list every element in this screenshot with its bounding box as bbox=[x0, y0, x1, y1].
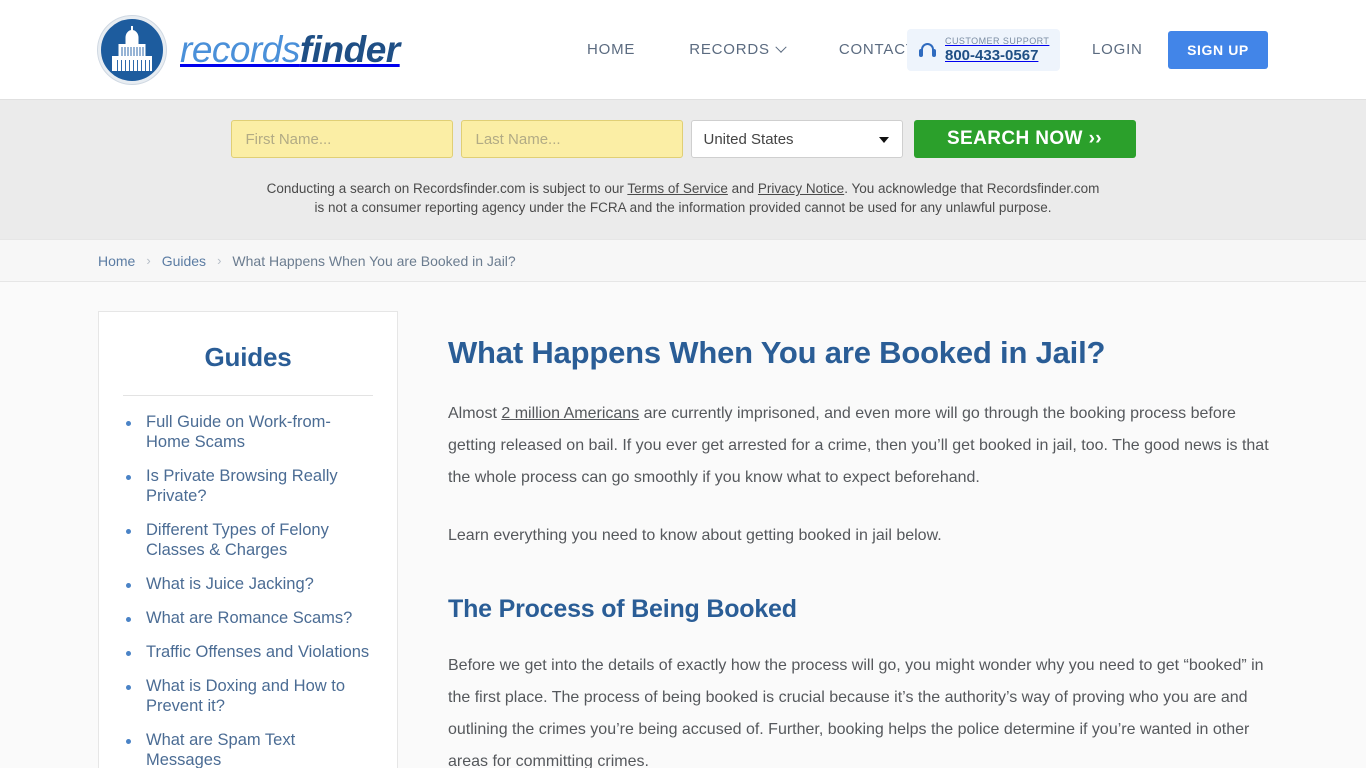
customer-support-block[interactable]: CUSTOMER SUPPORT 800-433-0567 bbox=[907, 29, 1060, 71]
nav-item-contact-label: CONTACT bbox=[838, 41, 916, 58]
list-item: Full Guide on Work-from-Home Scams bbox=[123, 412, 373, 452]
breadcrumb-item-current: What Happens When You are Booked in Jail… bbox=[232, 252, 516, 269]
chevron-down-icon bbox=[775, 41, 787, 53]
site-logo[interactable]: recordsfinder bbox=[98, 16, 400, 84]
sidebar-list: Full Guide on Work-from-Home Scams Is Pr… bbox=[123, 412, 373, 768]
sidebar-item-work-from-home-scams[interactable]: Full Guide on Work-from-Home Scams bbox=[146, 413, 331, 451]
list-item: What is Doxing and How to Prevent it? bbox=[123, 676, 373, 716]
sidebar-item-juice-jacking[interactable]: What is Juice Jacking? bbox=[146, 575, 314, 593]
login-link[interactable]: LOGIN bbox=[1092, 41, 1143, 58]
signup-button[interactable]: SIGN UP bbox=[1168, 31, 1268, 69]
disclaimer-mid: and bbox=[727, 181, 758, 196]
nav-item-records[interactable]: RECORDS bbox=[662, 41, 812, 58]
logo-wordmark: recordsfinder bbox=[180, 29, 400, 71]
headset-icon bbox=[919, 42, 936, 58]
list-item: What are Romance Scams? bbox=[123, 608, 373, 628]
sidebar-item-spam-text-messages[interactable]: What are Spam Text Messages bbox=[146, 731, 295, 768]
disclaimer-pre: Conducting a search on Recordsfinder.com… bbox=[266, 181, 628, 196]
sidebar-item-private-browsing[interactable]: Is Private Browsing Really Private? bbox=[146, 467, 338, 505]
logo-text-records: records bbox=[180, 29, 300, 70]
article-paragraph-3: Before we get into the details of exactl… bbox=[448, 657, 1264, 768]
paragraph-1-pre: Almost bbox=[448, 405, 502, 422]
sidebar-divider bbox=[123, 395, 373, 396]
nav-item-home[interactable]: HOME bbox=[560, 41, 662, 58]
main-navigation: HOME RECORDS CONTACT bbox=[560, 0, 943, 99]
country-select[interactable]: United States bbox=[690, 120, 903, 158]
search-disclaimer: Conducting a search on Recordsfinder.com… bbox=[263, 179, 1103, 217]
first-name-input[interactable] bbox=[230, 120, 453, 158]
article-paragraph-2: Learn everything you need to know about … bbox=[448, 527, 942, 544]
guides-sidebar: Guides Full Guide on Work-from-Home Scam… bbox=[98, 311, 398, 768]
capitol-dome-icon bbox=[98, 16, 166, 84]
logo-text-finder: finder bbox=[299, 29, 400, 70]
sidebar-title: Guides bbox=[204, 342, 292, 372]
list-item: Different Types of Felony Classes & Char… bbox=[123, 520, 373, 560]
country-select-wrap: United States bbox=[690, 120, 903, 158]
site-header: recordsfinder HOME RECORDS CONTACT CUSTO… bbox=[0, 0, 1366, 99]
support-label: CUSTOMER SUPPORT bbox=[945, 36, 1050, 46]
nav-item-home-label: HOME bbox=[587, 41, 636, 58]
breadcrumb: Home › Guides › What Happens When You ar… bbox=[0, 239, 1366, 282]
sidebar-item-romance-scams[interactable]: What are Romance Scams? bbox=[146, 609, 352, 627]
sidebar-item-felony-classes[interactable]: Different Types of Felony Classes & Char… bbox=[146, 521, 329, 559]
search-now-button[interactable]: SEARCH NOW ›› bbox=[913, 120, 1136, 158]
section-heading-process-of-being-booked: The Process of Being Booked bbox=[448, 595, 797, 623]
page-body: Guides Full Guide on Work-from-Home Scam… bbox=[0, 282, 1366, 768]
sidebar-item-doxing[interactable]: What is Doxing and How to Prevent it? bbox=[146, 677, 345, 715]
support-text: CUSTOMER SUPPORT 800-433-0567 bbox=[945, 36, 1049, 64]
breadcrumb-separator: › bbox=[217, 253, 222, 268]
list-item: What is Juice Jacking? bbox=[123, 574, 373, 594]
list-item: What are Spam Text Messages bbox=[123, 730, 373, 768]
list-item: Traffic Offenses and Violations bbox=[123, 642, 373, 662]
breadcrumb-item-home[interactable]: Home bbox=[98, 253, 135, 269]
breadcrumb-separator: › bbox=[146, 253, 151, 268]
support-phone: 800-433-0567 bbox=[945, 47, 1039, 64]
sidebar-item-traffic-offenses[interactable]: Traffic Offenses and Violations bbox=[146, 643, 369, 661]
breadcrumb-item-guides[interactable]: Guides bbox=[162, 253, 206, 269]
last-name-input[interactable] bbox=[460, 120, 683, 158]
article-paragraph-1: Almost 2 million Americans are currently… bbox=[448, 398, 1278, 494]
page-title: What Happens When You are Booked in Jail… bbox=[448, 335, 1106, 370]
article-content: What Happens When You are Booked in Jail… bbox=[448, 311, 1278, 768]
two-million-americans-link[interactable]: 2 million Americans bbox=[501, 405, 639, 422]
nav-item-records-label: RECORDS bbox=[689, 41, 770, 58]
privacy-notice-link[interactable]: Privacy Notice bbox=[758, 181, 844, 196]
search-form: United States SEARCH NOW ›› bbox=[0, 120, 1366, 158]
terms-of-service-link[interactable]: Terms of Service bbox=[627, 181, 728, 196]
list-item: Is Private Browsing Really Private? bbox=[123, 466, 373, 506]
search-band: United States SEARCH NOW ›› Conducting a… bbox=[0, 99, 1366, 239]
